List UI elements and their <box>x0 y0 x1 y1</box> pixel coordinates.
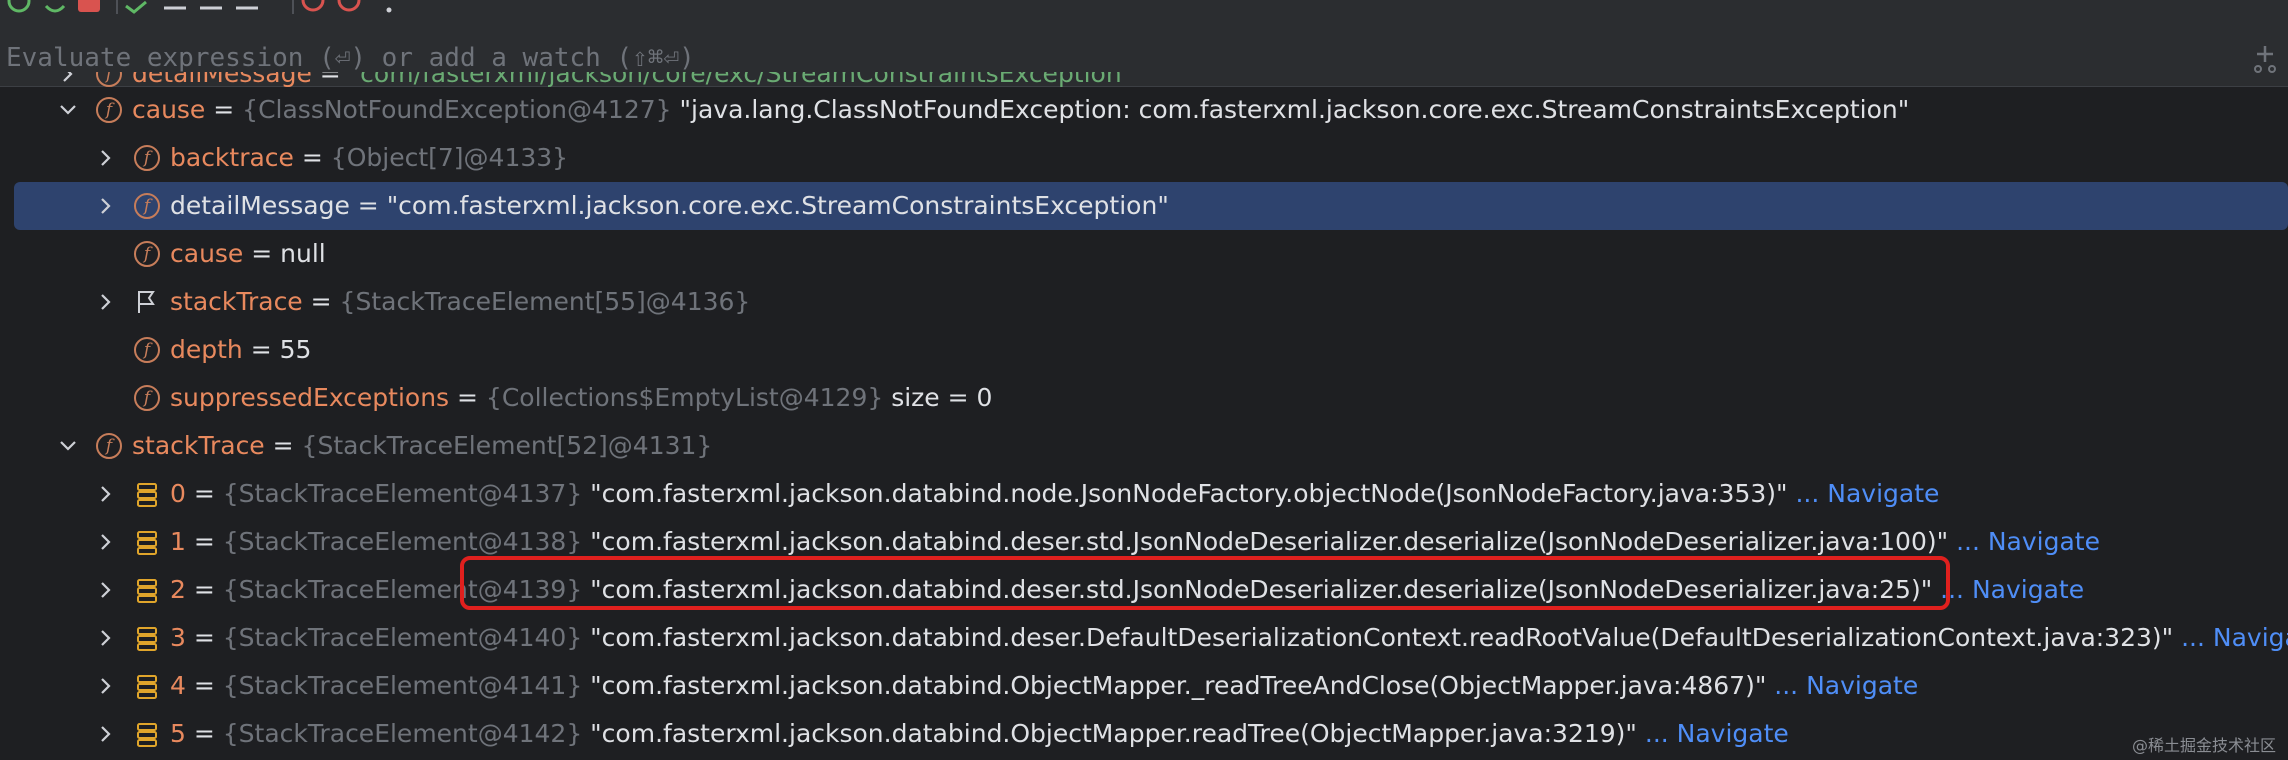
field-name: depth <box>170 335 243 364</box>
element-value: "com.fasterxml.jackson.databind.ObjectMa… <box>582 719 1637 748</box>
element-index: 0 <box>170 479 186 508</box>
field-icon: f <box>96 97 122 123</box>
array-element-icon <box>137 483 157 507</box>
field-name: cause <box>170 239 244 268</box>
element-index: 2 <box>170 575 186 604</box>
field-name: cause <box>132 95 206 124</box>
watermark: @稀土掘金技术社区 <box>2131 736 2276 755</box>
array-element-icon <box>137 627 157 651</box>
step-into-icon[interactable] <box>160 0 190 16</box>
field-value: 55 <box>279 335 312 364</box>
chevron-right-icon[interactable] <box>94 626 118 650</box>
chevron-right-icon[interactable] <box>94 482 118 506</box>
navigate-link[interactable]: ... Navigate <box>1932 575 2084 604</box>
field-icon: f <box>134 385 160 411</box>
field-type: {StackTraceElement[52]@4131} <box>301 431 713 460</box>
step-over-icon[interactable] <box>122 0 152 16</box>
field-value: null <box>280 239 326 268</box>
field-value: "com.fasterxml.jackson.core.exc.StreamCo… <box>386 191 1169 220</box>
resume-icon[interactable] <box>4 0 34 16</box>
tree-row[interactable]: f cause = {ClassNotFoundException@4127} … <box>0 86 2288 134</box>
element-type: {StackTraceElement@4142} <box>222 719 583 748</box>
stop-icon[interactable] <box>74 0 104 16</box>
chevron-right-icon[interactable] <box>56 72 80 86</box>
tree-row[interactable]: f backtrace = {Object[7]@4133} <box>0 134 2288 182</box>
stack-trace-element-row[interactable]: 5 = {StackTraceElement@4142} "com.faster… <box>0 710 2288 758</box>
element-value: "com.fasterxml.jackson.databind.deser.st… <box>582 527 1949 556</box>
breakpoints-icon[interactable] <box>298 0 328 16</box>
element-type: {StackTraceElement@4139} <box>222 575 583 604</box>
add-watch-icon[interactable] <box>2248 42 2282 76</box>
force-step-into-icon[interactable] <box>196 0 226 16</box>
field-name: stackTrace <box>132 431 265 460</box>
array-element-icon <box>137 723 157 747</box>
tree-row[interactable]: f depth = 55 <box>0 326 2288 374</box>
element-index: 3 <box>170 623 186 652</box>
stack-trace-element-row[interactable]: 3 = {StackTraceElement@4140} "com.faster… <box>0 614 2288 662</box>
tree-row[interactable]: f suppressedExceptions = {Collections$Em… <box>0 374 2288 422</box>
tree-row-selected[interactable]: f detailMessage = "com.fasterxml.jackson… <box>14 182 2288 230</box>
stack-trace-element-row[interactable]: 0 = {StackTraceElement@4137} "com.faster… <box>0 470 2288 518</box>
field-type: {ClassNotFoundException@4127} <box>242 95 672 124</box>
chevron-right-icon[interactable] <box>94 290 118 314</box>
field-value: "java.lang.ClassNotFoundException: com.f… <box>671 95 1910 124</box>
field-name: suppressedExceptions <box>170 383 450 412</box>
array-element-icon <box>137 579 157 603</box>
toolbar-separator <box>116 0 118 14</box>
chevron-down-icon[interactable] <box>56 98 80 122</box>
more-icon[interactable] <box>374 0 404 16</box>
element-value: "com.fasterxml.jackson.databind.deser.De… <box>582 623 2174 652</box>
step-out-icon[interactable] <box>232 0 262 16</box>
chevron-down-icon[interactable] <box>56 434 80 458</box>
navigate-link[interactable]: ... Navigate <box>2173 623 2288 652</box>
stack-trace-element-row[interactable]: 1 = {StackTraceElement@4138} "com.faster… <box>0 518 2288 566</box>
chevron-right-icon[interactable] <box>94 194 118 218</box>
chevron-right-icon[interactable] <box>94 674 118 698</box>
element-index: 5 <box>170 719 186 748</box>
tree-row[interactable]: f cause = null <box>0 230 2288 278</box>
field-name: detailMessage <box>170 191 350 220</box>
element-value: "com.fasterxml.jackson.databind.ObjectMa… <box>582 671 1767 700</box>
variables-tree: f detailMessage = "com/fasterxml/jackson… <box>0 72 2288 760</box>
field-name: stackTrace <box>170 287 303 316</box>
stack-trace-element-row[interactable]: 4 = {StackTraceElement@4141} "com.faster… <box>0 662 2288 710</box>
chevron-right-icon[interactable] <box>94 722 118 746</box>
flag-icon <box>138 291 155 313</box>
field-icon: f <box>134 193 160 219</box>
chevron-right-icon[interactable] <box>94 530 118 554</box>
element-type: {StackTraceElement@4137} <box>222 479 583 508</box>
field-value: size = 0 <box>883 383 993 412</box>
navigate-link[interactable]: ... Navigate <box>1948 527 2100 556</box>
element-value: "com.fasterxml.jackson.databind.node.Jso… <box>582 479 1788 508</box>
field-name: backtrace <box>170 143 294 172</box>
chevron-right-icon[interactable] <box>94 146 118 170</box>
mute-breakpoints-icon[interactable] <box>334 0 364 16</box>
chevron-right-icon[interactable] <box>94 578 118 602</box>
field-type: {Collections$EmptyList@4129} <box>485 383 884 412</box>
field-icon: f <box>134 145 160 171</box>
field-icon: f <box>134 337 160 363</box>
array-element-icon <box>137 531 157 555</box>
element-index: 4 <box>170 671 186 700</box>
field-type: {StackTraceElement[55]@4136} <box>339 287 751 316</box>
element-value: "com.fasterxml.jackson.databind.deser.st… <box>582 575 1933 604</box>
field-icon: f <box>134 241 160 267</box>
element-type: {StackTraceElement@4138} <box>222 527 583 556</box>
stack-trace-element-row[interactable]: 2 = {StackTraceElement@4139} "com.faster… <box>0 566 2288 614</box>
array-element-icon <box>137 675 157 699</box>
navigate-link[interactable]: ... Navigate <box>1788 479 1939 508</box>
toolbar-separator <box>292 0 294 14</box>
element-type: {StackTraceElement@4140} <box>222 623 583 652</box>
tree-row[interactable]: f stackTrace = {StackTraceElement[52]@41… <box>0 422 2288 470</box>
rerun-icon[interactable] <box>40 0 70 16</box>
tree-row[interactable]: stackTrace = {StackTraceElement[55]@4136… <box>0 278 2288 326</box>
field-icon: f <box>96 72 122 87</box>
debugger-toolbar <box>0 0 2288 30</box>
field-type: {Object[7]@4133} <box>330 143 569 172</box>
element-index: 1 <box>170 527 186 556</box>
field-icon: f <box>96 433 122 459</box>
navigate-link[interactable]: ... Navigate <box>1637 719 1789 748</box>
element-type: {StackTraceElement@4141} <box>222 671 583 700</box>
navigate-link[interactable]: ... Navigate <box>1766 671 1918 700</box>
